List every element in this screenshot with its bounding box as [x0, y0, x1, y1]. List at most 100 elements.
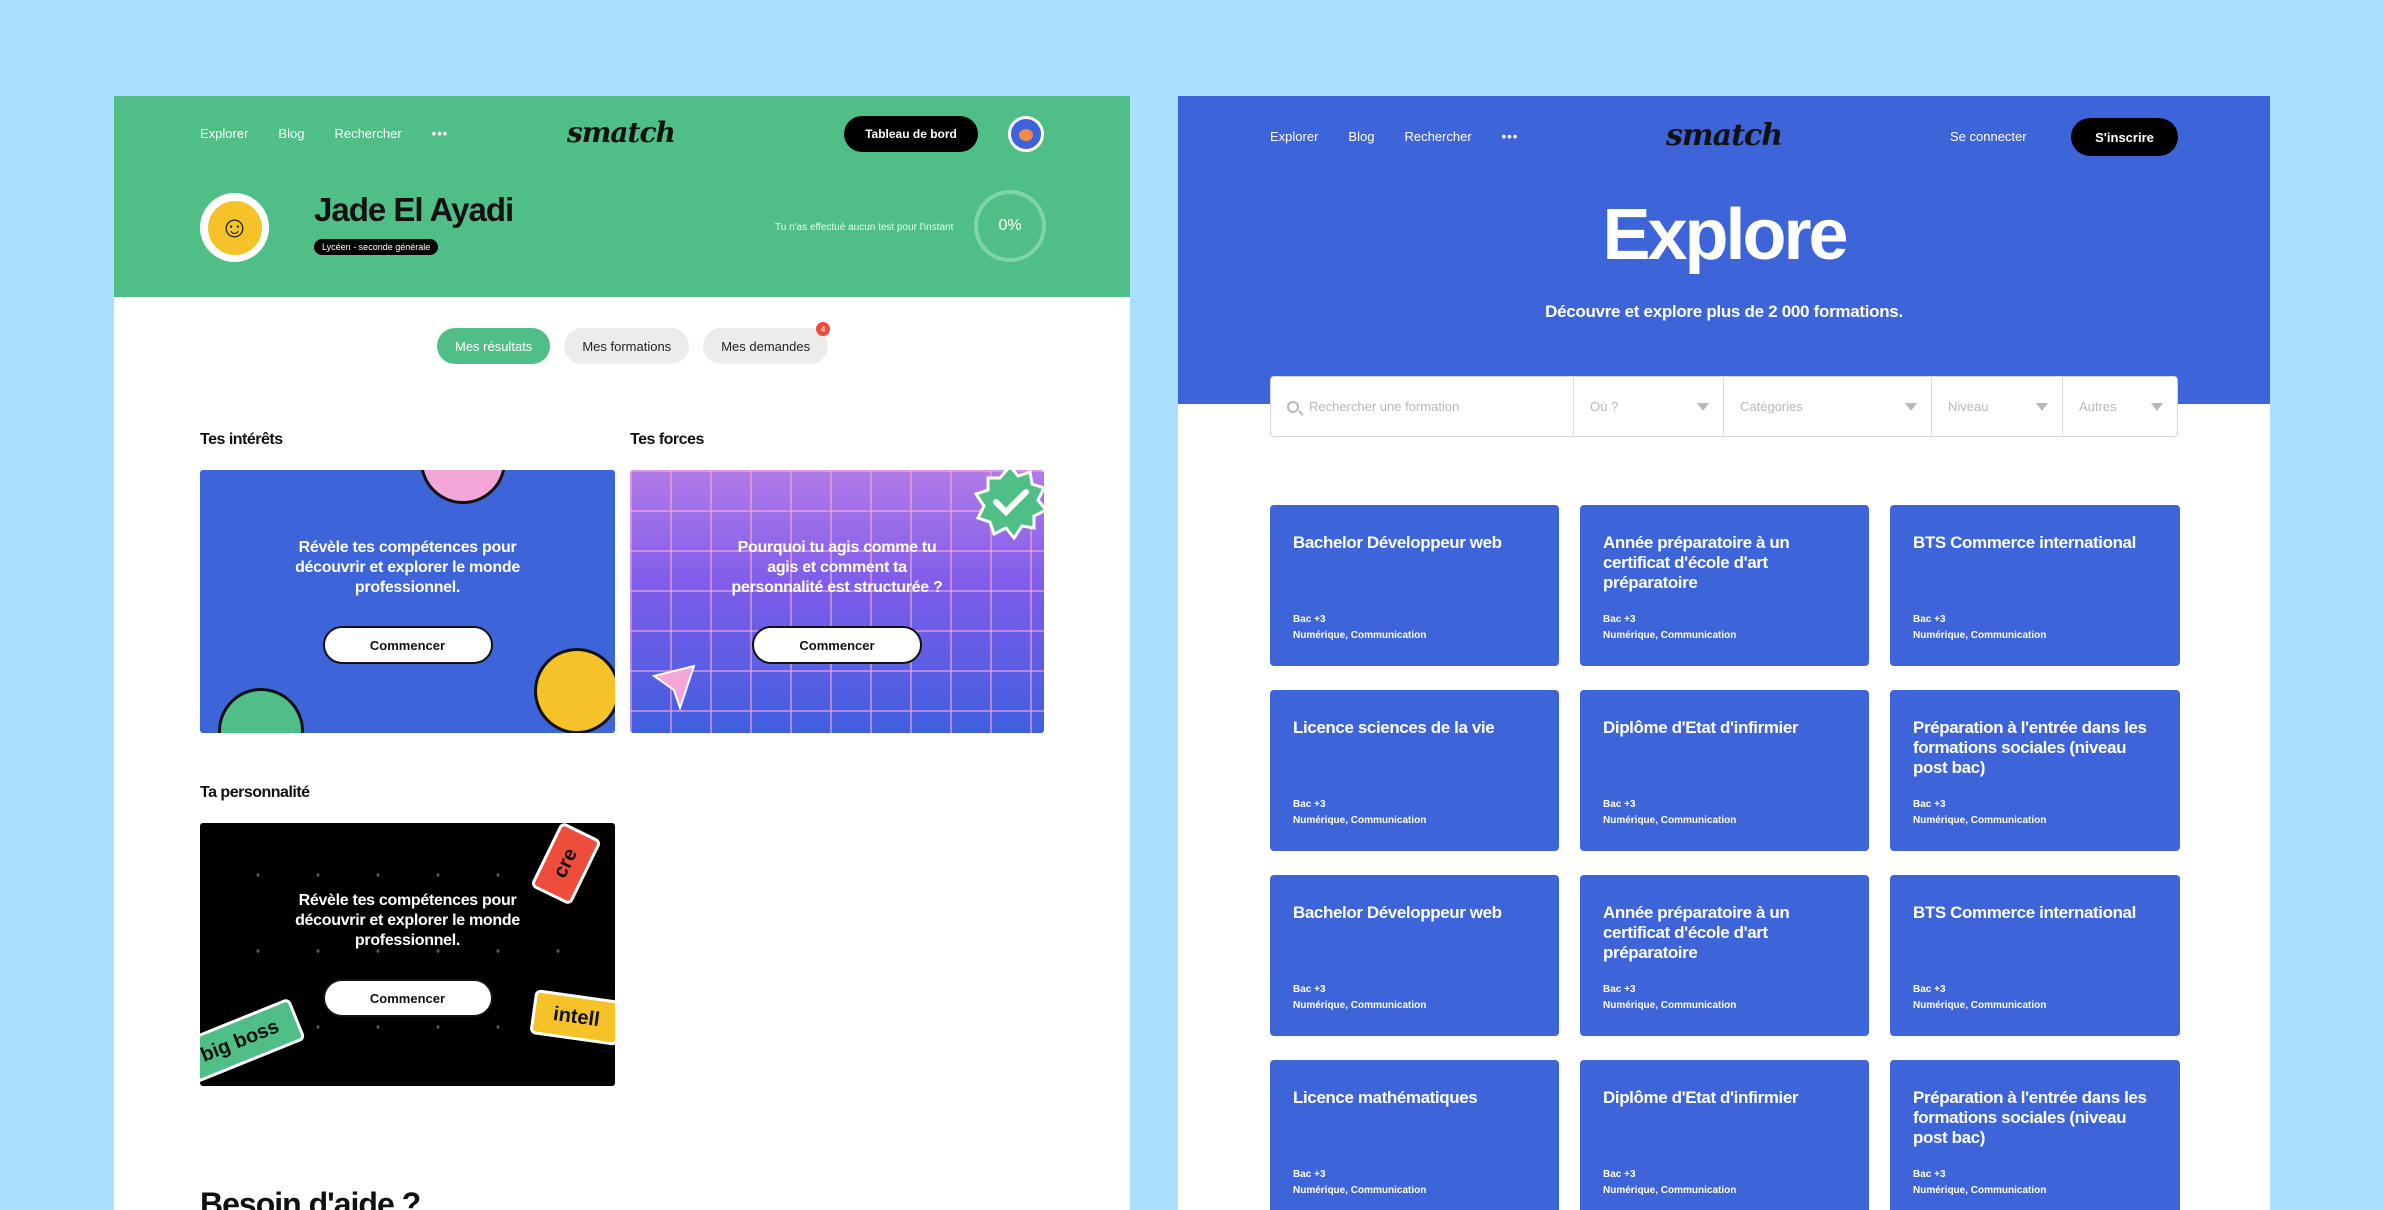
dashboard-button[interactable]: Tableau de bord [844, 116, 978, 152]
select-label: Catégories [1740, 399, 1803, 414]
page-title: Explore [1602, 195, 1848, 275]
profile-avatar: ☺ [200, 193, 269, 262]
formation-card[interactable]: Licence mathématiques Bac +3 Numérique, Co… [1270, 1060, 1559, 1210]
personnalite-card: cre big boss intell Révèle tes compétenc… [200, 823, 615, 1086]
formation-tags: Numérique, Communication [1293, 630, 1427, 641]
card-text: Révèle tes compétences pour découvrir et… [295, 892, 520, 949]
formation-level: Bac +3 [1293, 614, 1326, 625]
nav-blog[interactable]: Blog [278, 126, 304, 141]
top-nav: Explorer Blog Rechercher ••• [200, 126, 448, 141]
more-menu-icon[interactable]: ••• [432, 126, 449, 141]
formation-meta: Bac +3 Numérique, Communication [1293, 797, 1426, 829]
card-text: Pourquoi tu agis comme tu agis et commen… [731, 539, 943, 596]
start-personnalite-button[interactable]: Commencer [322, 979, 493, 1017]
formation-tags: Numérique, Communication [1293, 1000, 1427, 1011]
level-select[interactable]: Niveau [1932, 377, 2063, 436]
chevron-down-icon [2151, 403, 2163, 411]
formation-meta: Bac +3 Numérique, Communication [1603, 612, 1736, 644]
search-bar: Rechercher une formation Où ? Catégories… [1270, 376, 2178, 437]
cursor-arrow-icon [651, 664, 696, 712]
page-subtitle: Découvre et explore plus de 2 000 format… [1545, 302, 1903, 321]
formation-meta: Bac +3 Numérique, Communication [1913, 982, 2046, 1014]
chevron-down-icon [1697, 403, 1709, 411]
formation-card[interactable]: Année préparatoire à un certificat d'éco… [1580, 505, 1869, 666]
progress-ring: 0% [974, 190, 1046, 262]
formation-card[interactable]: Préparation à l'entrée dans les formatio… [1890, 690, 2180, 851]
user-status-badge: Lycéen - seconde générale [314, 239, 439, 255]
formation-tags: Numérique, Communication [1603, 1185, 1737, 1196]
formation-title: BTS Commerce international [1913, 533, 2136, 552]
select-label: Autres [2079, 399, 2117, 414]
formation-card[interactable]: Préparation à l'entrée dans les formatio… [1890, 1060, 2180, 1210]
formation-card[interactable]: Bachelor Développeur web Bac +3 Numérique,… [1270, 505, 1559, 666]
formation-card[interactable]: BTS Commerce international Bac +3 Numériqu… [1890, 505, 2180, 666]
profile-header: Explorer Blog Rechercher ••• smatch Tabl… [114, 96, 1130, 297]
section-title-forces: Tes forces [630, 431, 704, 448]
categories-select[interactable]: Catégories [1724, 377, 1932, 436]
nav-explorer[interactable]: Explorer [200, 126, 248, 141]
formation-tags: Numérique, Communication [1913, 1185, 2047, 1196]
formation-card[interactable]: Licence sciences de la vie Bac +3 Numériqu… [1270, 690, 1559, 851]
formation-meta: Bac +3 Numérique, Communication [1603, 982, 1736, 1014]
others-select[interactable]: Autres [2063, 377, 2177, 436]
search-input[interactable]: Rechercher une formation [1271, 377, 1574, 436]
dashboard-panel: Explorer Blog Rechercher ••• smatch Tabl… [114, 96, 1130, 1210]
formation-card[interactable]: Bachelor Développeur web Bac +3 Numérique,… [1270, 875, 1559, 1036]
tab-label: Mes demandes [721, 338, 811, 354]
results-tabs: Mes résultats Mes formations Mes demande… [437, 322, 831, 364]
where-select[interactable]: Où ? [1574, 377, 1724, 436]
signup-button[interactable]: S'inscrire [2071, 118, 2178, 156]
nav-rechercher[interactable]: Rechercher [1404, 129, 1471, 144]
search-icon [1287, 400, 1299, 413]
check-badge-icon [973, 470, 1044, 541]
formation-card[interactable]: Année préparatoire à un certificat d'éco… [1580, 875, 1869, 1036]
nav-blog[interactable]: Blog [1348, 129, 1374, 144]
search-placeholder: Rechercher une formation [1309, 399, 1460, 414]
tab-mes-resultats[interactable]: Mes résultats [437, 328, 551, 364]
section-title-personnalite: Ta personnalité [200, 784, 310, 801]
tab-mes-demandes[interactable]: Mes demandes 4 [703, 322, 831, 364]
formation-title: Préparation à l'entrée dans les formatio… [1913, 1088, 2147, 1147]
formation-title: Année préparatoire à un certificat d'éco… [1603, 533, 1790, 592]
formation-level: Bac +3 [1293, 799, 1326, 810]
card-text: Révèle tes compétences pour découvrir et… [295, 539, 520, 596]
sticker-intell: intell [529, 989, 615, 1046]
no-test-text: Tu n'as effectué aucun test pour l'insta… [775, 222, 954, 233]
select-label: Niveau [1948, 399, 1989, 414]
formations-grid: Bachelor Développeur web Bac +3 Numérique,… [1270, 505, 2180, 1210]
formation-level: Bac +3 [1603, 984, 1636, 995]
formation-level: Bac +3 [1293, 1169, 1326, 1180]
yellow-smiley-icon [534, 648, 615, 733]
logo[interactable]: smatch [1666, 118, 1783, 153]
login-link[interactable]: Se connecter [1950, 129, 2027, 144]
tab-label: Mes formations [582, 338, 672, 354]
formation-meta: Bac +3 Numérique, Communication [1603, 797, 1736, 829]
start-interets-button[interactable]: Commencer [322, 626, 493, 664]
formation-meta: Bac +3 Numérique, Communication [1913, 1167, 2046, 1199]
formation-tags: Numérique, Communication [1603, 815, 1737, 826]
interets-card: Révèle tes compétences pour découvrir et… [200, 470, 615, 733]
chevron-down-icon [2036, 403, 2048, 411]
logo[interactable]: smatch [567, 116, 676, 149]
formation-tags: Numérique, Communication [1603, 1000, 1737, 1011]
pink-smiley-icon [420, 470, 506, 504]
formation-card[interactable]: Diplôme d'Etat d'infirmier Bac +3 Numériqu… [1580, 690, 1869, 851]
formation-level: Bac +3 [1603, 1169, 1636, 1180]
formation-card[interactable]: Diplôme d'Etat d'infirmier Bac +3 Numériqu… [1580, 1060, 1869, 1210]
select-label: Où ? [1590, 399, 1619, 414]
user-avatar[interactable] [1008, 116, 1044, 152]
formation-level: Bac +3 [1913, 1169, 1946, 1180]
start-forces-button[interactable]: Commencer [752, 626, 922, 664]
tab-mes-formations[interactable]: Mes formations [564, 328, 690, 364]
nav-rechercher[interactable]: Rechercher [334, 126, 401, 141]
formation-level: Bac +3 [1913, 799, 1946, 810]
formation-title: Bachelor Développeur web [1293, 533, 1502, 552]
formation-card[interactable]: BTS Commerce international Bac +3 Numériqu… [1890, 875, 2180, 1036]
sticker-big-boss: big boss [200, 997, 307, 1086]
formation-tags: Numérique, Communication [1293, 1185, 1427, 1196]
more-menu-icon[interactable]: ••• [1502, 129, 1519, 144]
formation-level: Bac +3 [1293, 984, 1326, 995]
nav-explorer[interactable]: Explorer [1270, 129, 1318, 144]
formation-title: Diplôme d'Etat d'infirmier [1603, 718, 1799, 737]
formation-title: Préparation à l'entrée dans les formatio… [1913, 718, 2147, 777]
